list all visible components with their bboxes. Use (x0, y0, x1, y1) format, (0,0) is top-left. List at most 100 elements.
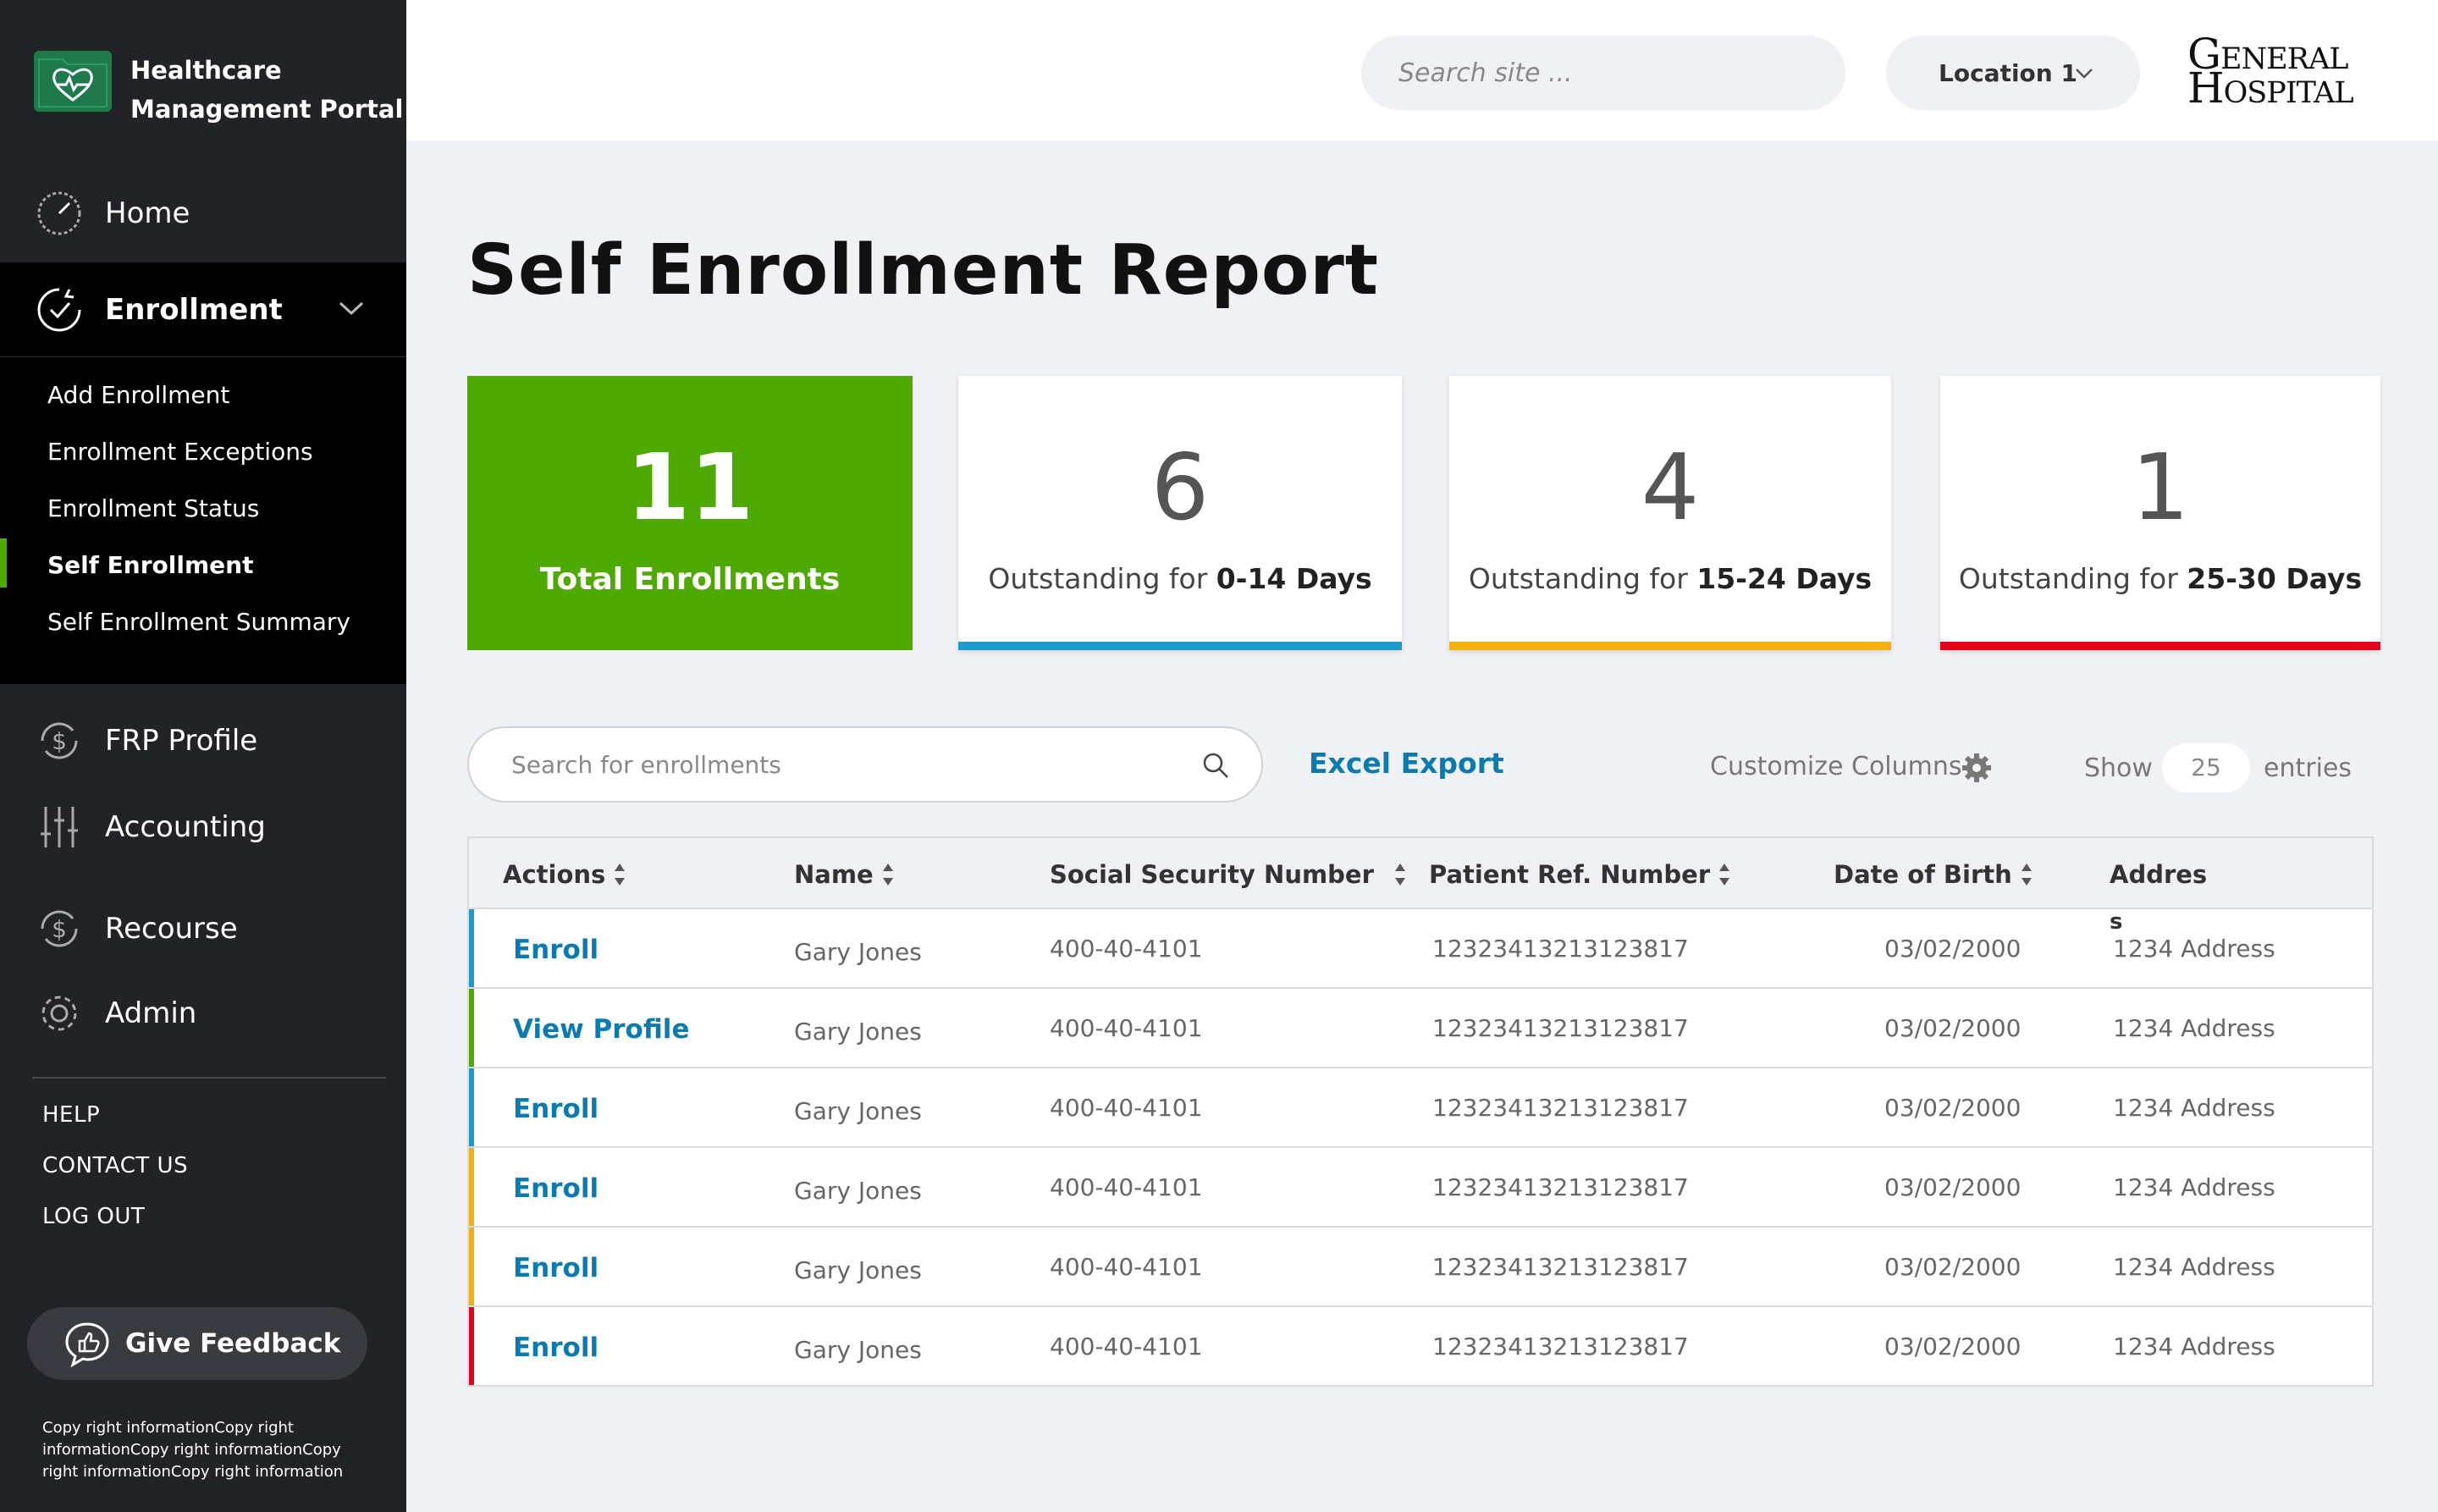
nav-accounting[interactable]: Accounting (0, 797, 406, 857)
sort-icon[interactable] (1394, 864, 1406, 886)
cell-ssn: 400-40-4101 (1050, 1253, 1203, 1281)
row-status-accent (469, 1228, 474, 1305)
heart-folder-icon (34, 51, 112, 112)
card-outstanding-25-30[interactable]: 1 Outstanding for 25-30 Days (1940, 376, 2380, 650)
sort-icon[interactable] (614, 864, 626, 886)
excel-export-link[interactable]: Excel Export (1309, 747, 1504, 780)
card-total-value: 11 (626, 435, 754, 541)
submenu-enrollment-status[interactable]: Enrollment Status (47, 494, 259, 522)
submenu-self-enrollment[interactable]: Self Enrollment (47, 551, 253, 579)
header-address[interactable]: Addres (2110, 860, 2207, 889)
top-header: Search site ... Location 1 General Hospi… (406, 0, 2438, 141)
search-icon[interactable] (1200, 750, 1231, 781)
app-title: Healthcare Management Portal (130, 51, 403, 129)
card-25-30-prefix: Outstanding for (1958, 562, 2187, 595)
dollar-cycle-icon: $ (34, 715, 85, 766)
enrollment-search-input[interactable]: Search for enrollments (467, 726, 1263, 803)
cell-address: 1234 Address (2113, 935, 2275, 963)
header-actions[interactable]: Actions (503, 860, 626, 889)
gear-icon[interactable] (1961, 752, 1993, 784)
cell-name: Gary Jones (794, 938, 922, 966)
contact-link[interactable]: CONTACT US (42, 1153, 188, 1178)
card-total-enrollments[interactable]: 11 Total Enrollments (467, 376, 913, 650)
row-action-link[interactable]: View Profile (513, 1014, 689, 1045)
give-feedback-label: Give Feedback (125, 1328, 341, 1359)
row-action-link[interactable]: Enroll (513, 1253, 598, 1283)
sliders-icon (34, 802, 85, 853)
card-0-14-label: Outstanding for 0-14 Days (958, 562, 1402, 595)
check-circle-icon (34, 284, 85, 335)
give-feedback-button[interactable]: Give Feedback (27, 1307, 367, 1380)
help-link[interactable]: HELP (42, 1102, 100, 1128)
header-dob[interactable]: Date of Birth (1834, 860, 2033, 889)
header-ssn[interactable]: Social Security Number (1050, 860, 1406, 889)
logout-link[interactable]: LOG OUT (42, 1204, 145, 1229)
copyright-text: Copy right informationCopy right informa… (42, 1419, 344, 1481)
sort-icon[interactable] (2021, 864, 2033, 886)
cell-address: 1234 Address (2113, 1173, 2275, 1201)
customize-columns-link[interactable]: Customize Columns (1710, 752, 1962, 781)
table-row: Enroll Gary Jones 400-40-4101 1232341321312… (469, 1307, 2372, 1387)
submenu-self-enrollment-summary[interactable]: Self Enrollment Summary (47, 608, 350, 636)
entries-per-page-input[interactable]: 25 (2162, 743, 2250, 792)
enrollment-submenu: Add Enrollment Enrollment Exceptions Enr… (0, 357, 406, 684)
nav-home-label: Home (105, 196, 190, 230)
submenu-add-enrollment[interactable]: Add Enrollment (47, 381, 229, 409)
cell-name: Gary Jones (794, 1256, 922, 1284)
nav-frp-profile[interactable]: $ FRP Profile (0, 711, 406, 770)
card-outstanding-0-14[interactable]: 6 Outstanding for 0-14 Days (958, 376, 1402, 650)
cell-patient-ref: 12323413213123817 (1432, 1173, 1689, 1201)
cell-address: 1234 Address (2113, 1253, 2275, 1281)
app-title-line1: Healthcare (130, 56, 282, 85)
site-search-input[interactable]: Search site ... (1361, 36, 1845, 110)
cell-name: Gary Jones (794, 1018, 922, 1046)
enrollment-table: Actions Name Social Security Number Pati… (467, 836, 2374, 1387)
gear-icon (34, 988, 85, 1039)
cell-ssn: 400-40-4101 (1050, 1014, 1203, 1042)
row-action-link[interactable]: Enroll (513, 935, 598, 965)
card-15-24-bar (1449, 642, 1891, 650)
row-action-link[interactable]: Enroll (513, 1333, 598, 1363)
chevron-down-icon[interactable] (337, 293, 366, 322)
sort-icon[interactable] (882, 864, 894, 886)
page-title: Self Enrollment Report (467, 230, 1379, 311)
card-outstanding-15-24[interactable]: 4 Outstanding for 15-24 Days (1449, 376, 1891, 650)
sort-icon[interactable] (1718, 864, 1730, 886)
row-status-accent (469, 909, 474, 987)
brand[interactable]: Healthcare Management Portal (34, 51, 403, 129)
header-name[interactable]: Name (794, 860, 894, 889)
card-0-14-range: 0-14 Days (1216, 562, 1372, 595)
card-15-24-label: Outstanding for 15-24 Days (1449, 562, 1891, 595)
nav-frp-label: FRP Profile (105, 724, 258, 758)
nav-recourse[interactable]: $ Recourse (0, 899, 406, 958)
cell-patient-ref: 12323413213123817 (1432, 1253, 1689, 1281)
nav-recourse-label: Recourse (105, 912, 238, 946)
cell-ssn: 400-40-4101 (1050, 1173, 1203, 1201)
card-25-30-value: 1 (2131, 435, 2190, 541)
general-hospital-logo: General Hospital (2187, 33, 2354, 109)
nav-home[interactable]: Home (0, 178, 406, 249)
nav-admin[interactable]: Admin (0, 984, 406, 1043)
nav-enrollment-label: Enrollment (105, 292, 283, 327)
submenu-enrollment-exceptions[interactable]: Enrollment Exceptions (47, 438, 313, 466)
row-action-link[interactable]: Enroll (513, 1094, 598, 1124)
card-25-30-label: Outstanding for 25-30 Days (1940, 562, 2380, 595)
card-25-30-range: 25-30 Days (2187, 562, 2363, 595)
header-address-label: Addres (2110, 860, 2208, 889)
nav-enrollment[interactable]: Enrollment (0, 262, 406, 357)
header-patient-ref[interactable]: Patient Ref. Number (1429, 860, 1730, 889)
row-action-link[interactable]: Enroll (513, 1173, 598, 1204)
row-status-accent (469, 1307, 474, 1385)
table-row: View Profile Gary Jones 400-40-4101 1232341… (469, 989, 2372, 1068)
sidebar: Healthcare Management Portal Home Enroll… (0, 0, 406, 1512)
dollar-refresh-icon: $ (34, 903, 85, 954)
nav-admin-label: Admin (105, 996, 197, 1030)
cell-name: Gary Jones (794, 1177, 922, 1205)
cell-dob: 03/02/2000 (1884, 935, 2022, 963)
location-dropdown[interactable]: Location 1 (1886, 36, 2140, 110)
header-name-label: Name (794, 860, 874, 889)
cell-address: 1234 Address (2113, 1094, 2275, 1122)
table-row: Enroll Gary Jones 400-40-4101 1232341321312… (469, 1228, 2372, 1307)
cell-ssn: 400-40-4101 (1050, 1333, 1203, 1360)
cell-patient-ref: 12323413213123817 (1432, 1094, 1689, 1122)
